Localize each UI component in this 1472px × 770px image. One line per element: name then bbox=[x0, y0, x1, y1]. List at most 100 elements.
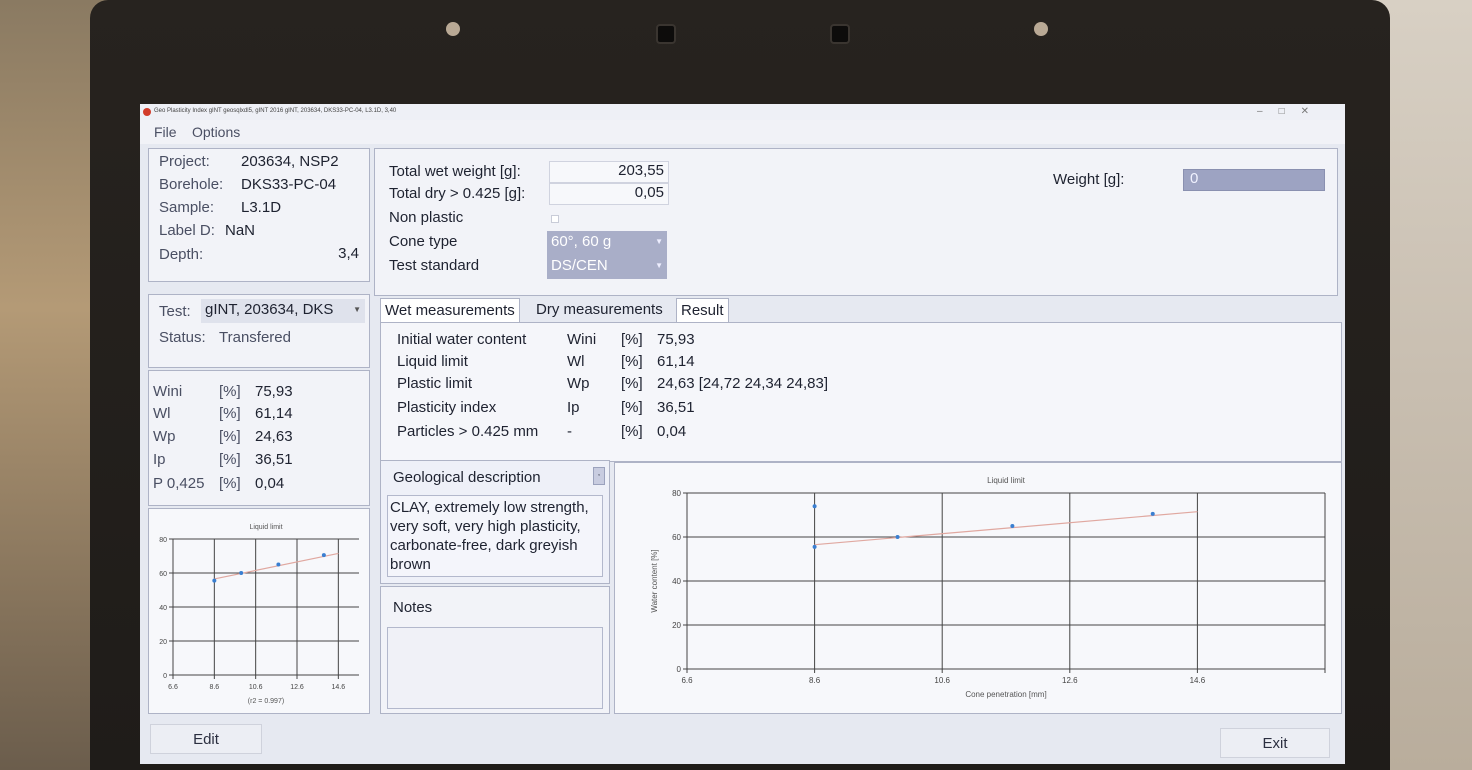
result-symbol: Wini bbox=[567, 331, 597, 348]
result-symbol: Wl bbox=[567, 353, 585, 370]
chart-tick-label-x: 14.6 bbox=[332, 684, 346, 691]
chart-tick-label-y: 20 bbox=[672, 621, 681, 630]
chevron-down-icon: ▼ bbox=[655, 261, 663, 270]
chart-tick-label-x: 10.6 bbox=[934, 676, 950, 685]
geological-description-panel: Geological description , CLAY, extremely… bbox=[380, 460, 610, 584]
weight-label: Weight [g]: bbox=[1053, 171, 1125, 188]
summary-symbol: Wl bbox=[153, 405, 171, 422]
summary-symbol: P 0,425 bbox=[153, 475, 205, 492]
project-value: 203634, NSP2 bbox=[241, 153, 339, 170]
chart-tick-label-x: 6.6 bbox=[168, 684, 178, 691]
test-standard-select[interactable]: DS/CEN ▼ bbox=[547, 255, 667, 279]
result-name: Initial water content bbox=[397, 331, 527, 348]
chart-tick-label-y: 40 bbox=[672, 577, 681, 586]
test-select-value: gINT, 203634, DKS bbox=[205, 301, 334, 318]
cone-type-select[interactable]: 60°, 60 g ▼ bbox=[547, 231, 667, 255]
notes-title: Notes bbox=[393, 599, 433, 616]
title-bar: Geo Plasticity Index gINT geosqlxdl5, gI… bbox=[140, 104, 1345, 120]
chart-tick-label-x: 10.6 bbox=[249, 684, 263, 691]
geological-description-text[interactable]: CLAY, extremely low strength, very soft,… bbox=[387, 495, 603, 577]
chart-x-axis-label: (r2 = 0.997) bbox=[248, 698, 284, 705]
tab-dry-measurements[interactable]: Dry measurements bbox=[532, 298, 667, 322]
liquid-limit-chart: Liquid limit 0 20 40 60 80 6.6 8.6 10.6 12.6 14.6 C… bbox=[650, 476, 1326, 699]
non-plastic-checkbox[interactable] bbox=[551, 215, 559, 223]
weight-field[interactable]: 0 bbox=[1183, 169, 1325, 191]
cone-type-value: 60°, 60 g bbox=[551, 233, 612, 250]
chart-point bbox=[812, 504, 817, 509]
result-name: Particles > 0.425 mm bbox=[397, 423, 539, 440]
chart-tick-label-y: 0 bbox=[677, 665, 682, 674]
summary-row: Wp [%] 24,63 bbox=[149, 428, 369, 450]
chart-tick-label-y: 60 bbox=[672, 533, 681, 542]
summary-row: Wl [%] 61,14 bbox=[149, 405, 369, 427]
summary-panel: Wini [%] 75,93 Wl [%] 61,14 Wp [%] 24,63… bbox=[148, 370, 370, 506]
chart-point bbox=[812, 544, 817, 549]
bezel-screw bbox=[446, 22, 460, 36]
window-title: Geo Plasticity Index gINT geosqlxdl5, gI… bbox=[154, 108, 397, 114]
chart-tick-label-y: 60 bbox=[159, 571, 167, 578]
chart-point bbox=[239, 571, 244, 575]
result-name: Liquid limit bbox=[397, 353, 468, 370]
result-value: 36,51 bbox=[657, 399, 695, 416]
window-controls[interactable]: –□✕ bbox=[1257, 106, 1325, 117]
chart-point bbox=[895, 535, 900, 539]
chart-tick-label-x: 14.6 bbox=[1190, 676, 1206, 685]
test-panel: Test: gINT, 203634, DKS ▼ Status: Transf… bbox=[148, 294, 370, 368]
chart-trend-line bbox=[214, 552, 339, 580]
summary-symbol: Wini bbox=[153, 383, 183, 400]
result-row: Particles > 0.425 mm - [%] 0,04 bbox=[381, 423, 1341, 445]
result-name: Plasticity index bbox=[397, 399, 497, 416]
exit-button[interactable]: Exit bbox=[1220, 728, 1330, 758]
result-name: Plastic limit bbox=[397, 375, 473, 392]
geological-description-title: Geological description bbox=[393, 469, 541, 486]
summary-symbol: Wp bbox=[153, 428, 176, 445]
result-value: 24,63 [24,72 24,34 24,83] bbox=[657, 375, 828, 392]
notes-textarea[interactable] bbox=[387, 627, 603, 709]
chart-point bbox=[1010, 524, 1015, 528]
summary-value: 75,93 bbox=[255, 383, 293, 400]
app-icon bbox=[143, 108, 151, 116]
geological-description-button[interactable]: , bbox=[593, 467, 605, 485]
borehole-value: DKS33-PC-04 bbox=[241, 176, 337, 193]
menu-bar: File Options bbox=[140, 120, 1345, 144]
chart-x-axis-label: Cone penetration [mm] bbox=[965, 690, 1046, 699]
chart-tick-label-y: 80 bbox=[159, 537, 167, 544]
result-value: 61,14 bbox=[657, 353, 695, 370]
chart-tick-label-x: 6.6 bbox=[681, 676, 693, 685]
chart-tick-label-x: 12.6 bbox=[1062, 676, 1078, 685]
chart-tick-label-y: 0 bbox=[163, 673, 167, 680]
total-dry-field[interactable]: 0,05 bbox=[549, 183, 669, 205]
edit-button[interactable]: Edit bbox=[150, 724, 262, 754]
tab-result[interactable]: Result bbox=[676, 298, 729, 322]
chart-tick-label-x: 12.6 bbox=[290, 684, 304, 691]
webcam bbox=[656, 24, 676, 44]
label-d-label: Label D: bbox=[159, 222, 215, 239]
chart-tick-label-x: 8.6 bbox=[809, 676, 821, 685]
app-window: Geo Plasticity Index gINT geosqlxdl5, gI… bbox=[140, 104, 1345, 764]
menu-file[interactable]: File bbox=[154, 124, 177, 140]
chart-point bbox=[212, 578, 217, 583]
summary-value: 61,14 bbox=[255, 405, 293, 422]
result-row: Plastic limit Wp [%] 24,63 [24,72 24,34 … bbox=[381, 375, 1341, 397]
chart-tick-label-y: 20 bbox=[159, 639, 167, 646]
menu-options[interactable]: Options bbox=[192, 124, 240, 140]
total-wet-field[interactable]: 203,55 bbox=[549, 161, 669, 183]
tab-wet-measurements[interactable]: Wet measurements bbox=[380, 298, 520, 322]
summary-row: P 0,425 [%] 0,04 bbox=[149, 475, 369, 497]
status-label: Status: bbox=[159, 329, 206, 346]
status-value: Transfered bbox=[219, 329, 291, 346]
chart-title: Liquid limit bbox=[249, 524, 282, 531]
test-select[interactable]: gINT, 203634, DKS ▼ bbox=[201, 299, 365, 323]
notes-panel: Notes bbox=[380, 586, 610, 714]
chart-title: Liquid limit bbox=[987, 476, 1026, 485]
summary-value: 0,04 bbox=[255, 475, 285, 492]
result-row: Liquid limit Wl [%] 61,14 bbox=[381, 353, 1341, 375]
chart-tick-label-y: 80 bbox=[672, 489, 681, 498]
summary-unit: [%] bbox=[219, 475, 241, 492]
sample-value: L3.1D bbox=[241, 199, 282, 216]
summary-row: Wini [%] 75,93 bbox=[149, 383, 369, 405]
summary-row: Ip [%] 36,51 bbox=[149, 451, 369, 473]
result-symbol: Wp bbox=[567, 375, 590, 392]
chart-point bbox=[1150, 511, 1155, 516]
result-unit: [%] bbox=[621, 399, 643, 416]
